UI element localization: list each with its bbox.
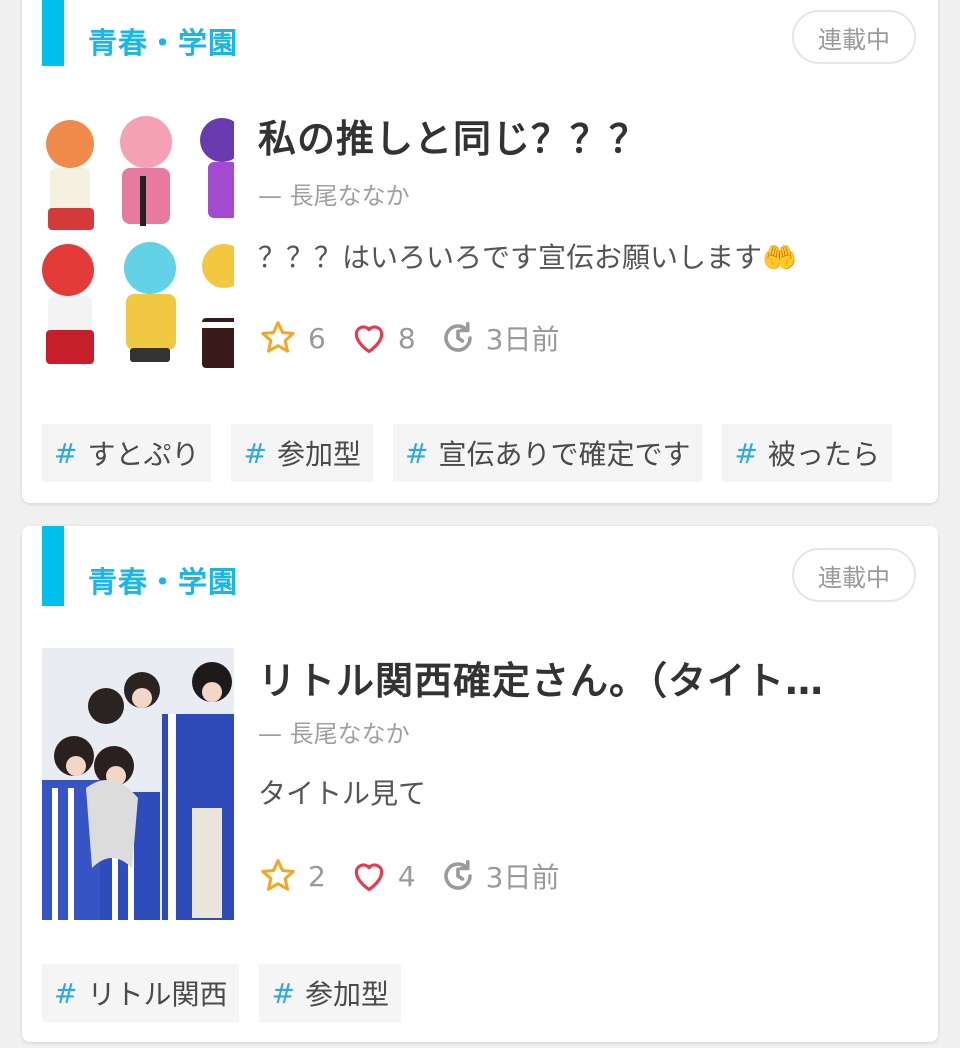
tag-label: 被ったら xyxy=(767,438,880,471)
novel-card[interactable]: 青春・学園 連載中 リトル関西確定さん。（タイト… — 長尾ななか タイトル見て… xyxy=(22,526,938,1042)
genre-accent-bar xyxy=(42,526,64,606)
novel-title[interactable]: 私の推しと同じ？？？ xyxy=(258,108,918,163)
tag-chip[interactable]: # 被ったら xyxy=(722,424,892,482)
thumbnail-image[interactable] xyxy=(42,112,234,382)
stars-stat: 6 xyxy=(258,318,326,358)
like-count: 8 xyxy=(397,321,416,355)
tag-chip[interactable]: # 参加型 xyxy=(259,964,401,1022)
likes-stat: 8 xyxy=(350,319,416,357)
genre-accent-bar xyxy=(42,0,64,66)
heart-icon xyxy=(354,863,384,892)
hashtag-icon: # xyxy=(404,436,429,470)
tag-chip[interactable]: # 宣伝ありで確定です xyxy=(392,424,703,482)
group-photo xyxy=(42,648,234,920)
tag-label: 参加型 xyxy=(276,438,361,471)
updated-time: 3日前 xyxy=(485,861,560,894)
star-count: 6 xyxy=(308,321,326,355)
tag-list: # リトル関西 # 参加型 xyxy=(42,964,421,1022)
star-count: 2 xyxy=(308,859,326,893)
star-icon xyxy=(261,321,295,353)
author-name[interactable]: — 長尾ななか xyxy=(258,176,410,211)
thumbnail-image[interactable] xyxy=(42,648,234,920)
hashtag-icon: # xyxy=(243,436,267,470)
tag-label: すとぷり xyxy=(87,438,200,471)
stats-row: 6 8 3日前 xyxy=(258,318,583,358)
likes-stat: 4 xyxy=(350,857,416,895)
history-clock-icon xyxy=(443,321,472,352)
hashtag-icon: # xyxy=(271,976,295,1010)
hashtag-icon: # xyxy=(54,976,78,1010)
history-clock-icon xyxy=(443,859,472,890)
novel-description: ？？？はいろいろです宣伝お願いします🤲 xyxy=(258,241,797,274)
tag-chip[interactable]: # すとぷり xyxy=(42,424,212,482)
star-icon xyxy=(261,859,295,891)
updated-stat: 3日前 xyxy=(440,856,560,896)
stars-stat: 2 xyxy=(258,856,326,896)
novel-title[interactable]: リトル関西確定さん。（タイト… xyxy=(258,650,918,705)
like-count: 4 xyxy=(397,859,416,893)
stats-row: 2 4 3日前 xyxy=(258,856,583,896)
novel-description: タイトル見て xyxy=(258,777,427,810)
tag-chip[interactable]: # リトル関西 xyxy=(42,964,240,1022)
status-badge: 連載中 xyxy=(792,548,916,602)
author-name[interactable]: — 長尾ななか xyxy=(258,714,410,749)
tag-chip[interactable]: # 参加型 xyxy=(231,424,373,482)
tag-label: 参加型 xyxy=(304,978,389,1011)
genre-label[interactable]: 青春・学園 xyxy=(88,20,238,62)
hashtag-icon: # xyxy=(734,436,758,470)
chibi-characters-illustration xyxy=(42,112,234,382)
updated-stat: 3日前 xyxy=(440,318,560,358)
genre-label[interactable]: 青春・学園 xyxy=(88,559,238,601)
updated-time: 3日前 xyxy=(485,323,560,356)
tag-label: 宣伝ありで確定です xyxy=(438,438,691,471)
tag-label: リトル関西 xyxy=(87,978,228,1011)
status-badge: 連載中 xyxy=(792,10,916,64)
tag-list: # すとぷり # 参加型 # 宣伝ありで確定です # 被ったら xyxy=(42,424,912,482)
heart-icon xyxy=(354,325,384,354)
hashtag-icon: # xyxy=(54,436,78,470)
novel-card[interactable]: 青春・学園 連載中 私の推しと同じ？？？ — 長尾ななか ？？？はいろいろです宣… xyxy=(22,0,938,503)
